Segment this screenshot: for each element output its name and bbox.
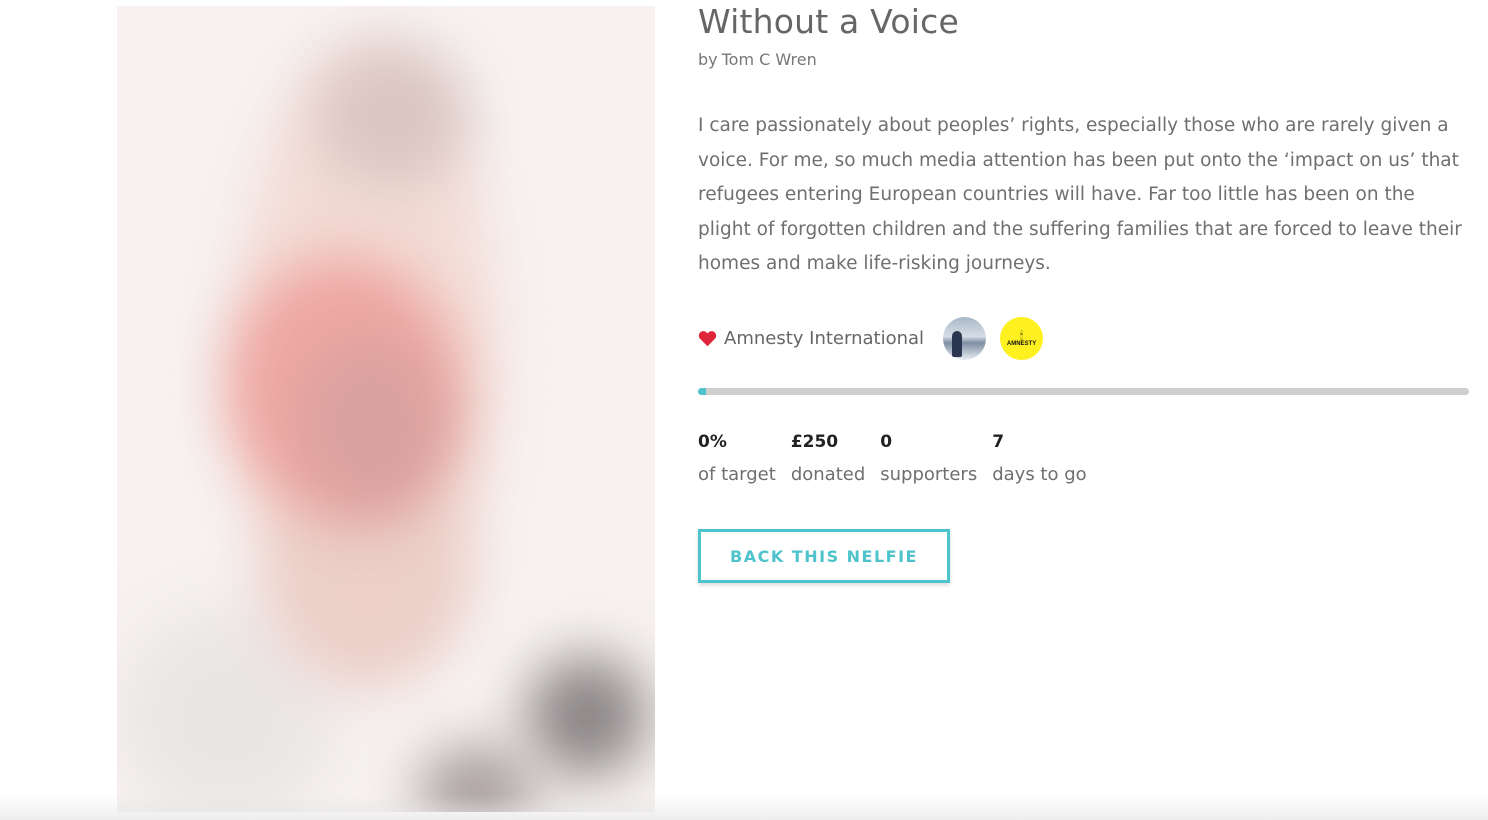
project-photo: [117, 6, 655, 812]
amnesty-logo-text: AMNESTY: [1006, 340, 1037, 347]
stat-target: 0% of target: [698, 430, 776, 485]
candle-icon: 🕯: [1019, 328, 1024, 342]
amnesty-logo[interactable]: 🕯 AMNESTY: [1000, 316, 1044, 360]
nelfie-page: Without a Voice by Tom C Wren I care pass…: [0, 0, 1488, 820]
stat-label: days to go: [992, 464, 1087, 485]
stat-value: 0: [880, 432, 893, 452]
person-avatar[interactable]: [943, 316, 987, 360]
back-this-nelfie-button[interactable]: BACK THIS NELFIE: [698, 529, 950, 583]
stat-value: £250: [790, 432, 839, 452]
stat-supporters: 0 supporters: [880, 430, 977, 485]
author-prefix: by: [698, 50, 718, 69]
stat-label: donated: [790, 464, 866, 485]
stat-days: 7 days to go: [992, 430, 1086, 485]
stat-donated: £250 donated: [791, 430, 865, 485]
project-description: I care passionately about peoples’ right…: [698, 115, 1462, 274]
person-figure: [952, 330, 963, 357]
project-author: by Tom C Wren: [698, 50, 817, 69]
charity-row: Amnesty International 🕯 AMNESTY: [698, 316, 1057, 360]
project-title: Without a Voice: [698, 2, 959, 41]
stats: 0% of target £250 donated 0 supporters 7…: [698, 430, 1102, 485]
charity-name[interactable]: Amnesty International: [724, 328, 924, 349]
stat-label: of target: [698, 464, 776, 485]
stat-value: 0%: [698, 432, 727, 452]
author-name[interactable]: Tom C Wren: [722, 50, 817, 69]
stat-value: 7: [992, 432, 1005, 452]
heart-icon: [698, 330, 717, 346]
progress-fill: [698, 388, 706, 395]
bottom-fade: [0, 795, 1488, 820]
stat-label: supporters: [880, 464, 978, 485]
progress-bar: [698, 388, 1469, 395]
